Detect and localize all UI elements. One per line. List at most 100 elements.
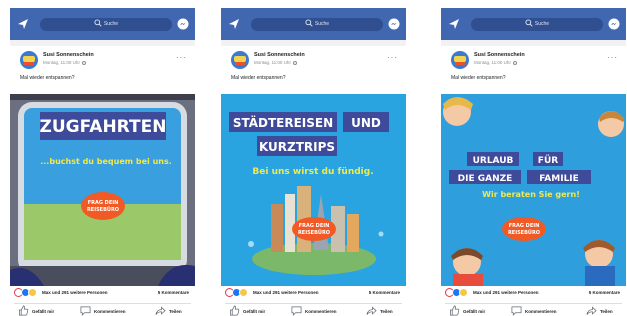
ad-headline-1: URLAUB: [473, 156, 514, 166]
post-meta: Montag, 11:00 Uhr: [43, 60, 86, 65]
reactions-text[interactable]: Max und 291 weitere Personen: [42, 290, 108, 295]
send-icon[interactable]: [448, 18, 460, 30]
ad-subline: Wir beraten Sie gern!: [482, 190, 580, 199]
post-timestamp: Montag, 11:00 Uhr: [254, 60, 291, 65]
search-placeholder: Suche: [314, 21, 330, 27]
ad-headline-2: FÜR: [538, 155, 558, 166]
reactions-text[interactable]: Max und 291 weitere Personen: [253, 290, 319, 295]
avatar[interactable]: [20, 51, 38, 69]
avatar[interactable]: [451, 51, 469, 69]
thumbs-up-icon: [230, 305, 240, 316]
reactions-bar[interactable]: Max und 291 weitere Personen 5 Kommentar…: [223, 288, 406, 298]
avatar[interactable]: [231, 51, 249, 69]
top-bar: Suche: [441, 8, 626, 40]
comment-icon: [511, 306, 522, 316]
ad-subline: Bei uns wirst du fündig.: [252, 167, 373, 177]
ad-headline-3: DIE GANZE: [458, 174, 513, 184]
share-label: Teilen: [600, 309, 613, 314]
top-bar: Suche: [221, 8, 406, 40]
like-label: Gefällt mir: [243, 309, 266, 314]
author-name[interactable]: Susi Sonnenschein: [254, 52, 305, 58]
comments-count[interactable]: 5 Kommentare: [158, 290, 189, 295]
share-label: Teilen: [380, 309, 393, 314]
ad-image[interactable]: STÄDTEREISEN UND KURZTRIPS Bei uns wirst…: [221, 94, 406, 286]
ad-image[interactable]: ZUGFAHRTEN ...buchst du bequem bei uns. …: [10, 94, 195, 286]
reactions-text[interactable]: Max und 291 weitere Personen: [473, 290, 539, 295]
globe-icon: [81, 60, 86, 65]
search-icon: [525, 19, 533, 27]
like-label: Gefällt mir: [463, 309, 486, 314]
share-icon: [155, 306, 166, 315]
share-icon: [586, 306, 597, 315]
post-meta: Montag, 11:00 Uhr: [254, 60, 297, 65]
reactions-bar[interactable]: Max und 291 weitere Personen 5 Kommentar…: [12, 288, 195, 298]
ad-headline-1: STÄDTEREISEN: [233, 115, 333, 130]
ad-cta-line1: FRAG DEIN: [88, 200, 119, 206]
post-text: Mal wieder entspannen?: [451, 75, 506, 81]
post-card: Susi Sonnenschein Montag, 11:00 Uhr ··· …: [221, 46, 406, 316]
comment-icon: [80, 306, 91, 316]
divider: [14, 303, 191, 304]
ad-image[interactable]: URLAUB FÜR DIE GANZE FAMILIE Wir beraten…: [441, 94, 626, 286]
more-options-icon[interactable]: ···: [607, 54, 618, 62]
wow-reaction-icon: [459, 288, 468, 297]
ad-headline-4: FAMILIE: [539, 174, 579, 184]
share-label: Teilen: [169, 309, 182, 314]
send-icon[interactable]: [17, 18, 29, 30]
divider: [225, 303, 402, 304]
search-input[interactable]: Suche: [40, 18, 172, 31]
action-bar: Gefällt mir Kommentieren Teilen: [10, 305, 195, 316]
post-meta: Montag, 11:00 Uhr: [474, 60, 517, 65]
search-placeholder: Suche: [103, 21, 119, 27]
ad-headline-3: KURZTRIPS: [259, 140, 335, 154]
wow-reaction-icon: [239, 288, 248, 297]
search-input[interactable]: Suche: [471, 18, 603, 31]
reactions-bar[interactable]: Max und 291 weitere Personen 5 Kommentar…: [443, 288, 626, 298]
divider: [445, 303, 622, 304]
messenger-icon[interactable]: [177, 18, 189, 30]
comments-count[interactable]: 5 Kommentare: [589, 290, 620, 295]
like-label: Gefällt mir: [32, 309, 55, 314]
search-icon: [94, 19, 102, 27]
author-name[interactable]: Susi Sonnenschein: [474, 52, 525, 58]
post-text: Mal wieder entspannen?: [231, 75, 286, 81]
search-placeholder: Suche: [534, 21, 550, 27]
messenger-icon[interactable]: [388, 18, 400, 30]
ad-cta-line2: REISEBÜRO: [87, 206, 119, 213]
top-bar: Suche: [10, 8, 195, 40]
thumbs-up-icon: [19, 305, 29, 316]
wow-reaction-icon: [28, 288, 37, 297]
comment-icon: [291, 306, 302, 316]
search-icon: [305, 19, 313, 27]
more-options-icon[interactable]: ···: [387, 54, 398, 62]
author-name[interactable]: Susi Sonnenschein: [43, 52, 94, 58]
ad-headline-2: UND: [351, 116, 381, 130]
comments-count[interactable]: 5 Kommentare: [369, 290, 400, 295]
ad-cta-line2: REISEBÜRO: [298, 229, 330, 236]
action-bar: Gefällt mir Kommentieren Teilen: [441, 305, 626, 316]
comment-label: Kommentieren: [94, 309, 126, 314]
phone-1: Suche Susi Sonnenschein Montag, 11:00 Uh…: [10, 8, 195, 316]
post-text: Mal wieder entspannen?: [20, 75, 75, 81]
phone-3: Suche Susi Sonnenschein Montag, 11:00 Uh…: [441, 8, 626, 316]
ad-cta-line1: FRAG DEIN: [509, 223, 540, 229]
post-timestamp: Montag, 11:00 Uhr: [474, 60, 511, 65]
globe-icon: [292, 60, 297, 65]
comment-label: Kommentieren: [305, 309, 337, 314]
comment-label: Kommentieren: [525, 309, 557, 314]
post-card: Susi Sonnenschein Montag, 11:00 Uhr ··· …: [441, 46, 626, 316]
ad-cta-line1: FRAG DEIN: [299, 223, 330, 229]
post-timestamp: Montag, 11:00 Uhr: [43, 60, 80, 65]
ad-cta-line2: REISEBÜRO: [508, 229, 540, 236]
ad-headline: ZUGFAHRTEN: [40, 117, 167, 137]
ad-subline: ...buchst du bequem bei uns.: [40, 157, 172, 166]
messenger-icon[interactable]: [608, 18, 620, 30]
share-icon: [366, 306, 377, 315]
phone-2: Suche Susi Sonnenschein Montag, 11:00 Uh…: [221, 8, 406, 316]
action-bar: Gefällt mir Kommentieren Teilen: [221, 305, 406, 316]
more-options-icon[interactable]: ···: [176, 54, 187, 62]
globe-icon: [512, 60, 517, 65]
post-card: Susi Sonnenschein Montag, 11:00 Uhr ··· …: [10, 46, 195, 316]
search-input[interactable]: Suche: [251, 18, 383, 31]
send-icon[interactable]: [228, 18, 240, 30]
